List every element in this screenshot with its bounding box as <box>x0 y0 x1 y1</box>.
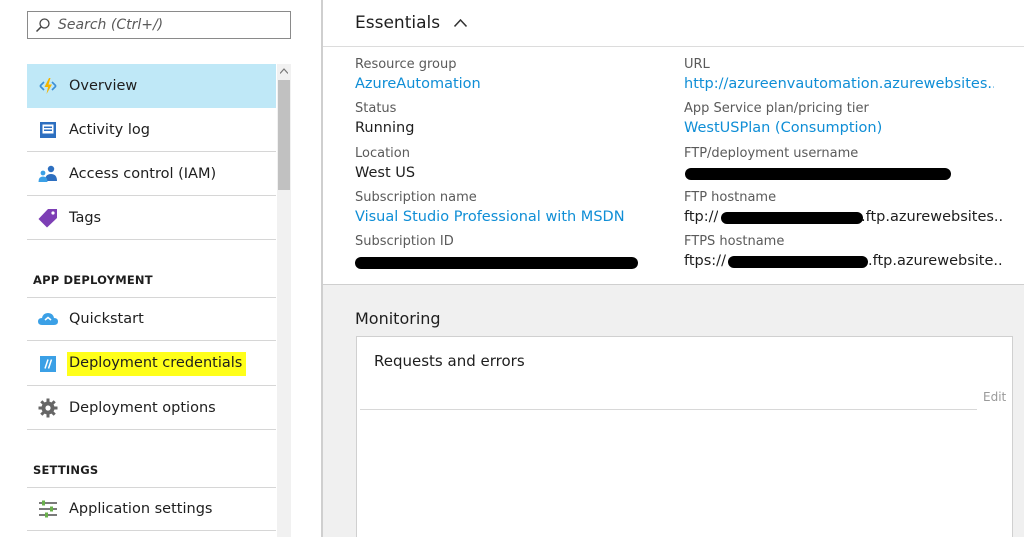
essentials-panel: Essentials Resource group AzureAutomatio… <box>323 0 1024 285</box>
resource-group-link[interactable]: AzureAutomation <box>355 76 481 92</box>
location-value: West US <box>355 165 416 181</box>
sidebar-item-label: Application settings <box>69 501 213 517</box>
users-icon <box>27 152 69 196</box>
sidebar-item-label: Tags <box>69 209 102 226</box>
resource-group-label: Resource group <box>355 57 457 72</box>
url-link[interactable]: http://azureenvautomation.azurewebsites.… <box>684 76 994 92</box>
status-label: Status <box>355 101 397 116</box>
card-title: Requests and errors <box>374 352 525 370</box>
sidebar-item-activity-log[interactable]: Activity log <box>27 108 276 152</box>
ftps-hostname-prefix: ftps:// <box>684 253 726 269</box>
sidebar-item-application-settings[interactable]: Application settings <box>27 487 276 531</box>
search-box[interactable]: Search (Ctrl+/) <box>27 11 291 39</box>
ftp-hostname-label: FTP hostname <box>684 190 777 205</box>
section-header-settings: SETTINGS <box>33 463 99 477</box>
app-service-plan-label: App Service plan/pricing tier <box>684 101 869 116</box>
ftp-username-redacted <box>685 168 951 180</box>
monitoring-title: Monitoring <box>355 309 441 328</box>
sidebar: Search (Ctrl+/) Overview Activity log Ac… <box>0 0 323 537</box>
sidebar-item-quickstart[interactable]: Quickstart <box>27 297 276 341</box>
sidebar-item-tags[interactable]: Tags <box>27 196 276 240</box>
essentials-header[interactable]: Essentials <box>355 13 468 33</box>
sidebar-item-label: Deployment credentials <box>67 351 247 376</box>
edit-link[interactable]: Edit <box>983 390 1006 404</box>
ftp-hostname-redacted <box>721 212 863 224</box>
tag-icon <box>27 196 69 240</box>
sidebar-item-deployment-options[interactable]: Deployment options <box>27 386 276 430</box>
lightning-icon <box>27 64 69 108</box>
ftp-hostname-prefix: ftp:// <box>684 209 719 225</box>
subscription-name-link[interactable]: Visual Studio Professional with MSDN <box>355 209 625 225</box>
subscription-id-label: Subscription ID <box>355 234 454 249</box>
credentials-icon <box>27 342 69 386</box>
sliders-icon <box>27 487 69 531</box>
sidebar-item-label: Activity log <box>69 121 150 138</box>
chevron-up-icon[interactable] <box>452 15 468 31</box>
sidebar-item-label: Overview <box>69 77 138 94</box>
main-content: Essentials Resource group AzureAutomatio… <box>323 0 1024 537</box>
search-icon <box>28 12 58 38</box>
activity-log-icon <box>27 108 69 152</box>
ftps-hostname-label: FTPS hostname <box>684 234 785 249</box>
app-service-plan-link[interactable]: WestUSPlan (Consumption) <box>684 120 882 136</box>
status-value: Running <box>355 120 415 136</box>
ftps-hostname-suffix: .ftp.azurewebsite... <box>868 253 1003 269</box>
scroll-up-icon[interactable] <box>277 64 291 78</box>
search-placeholder[interactable]: Search (Ctrl+/) <box>58 17 163 33</box>
divider <box>323 46 1024 47</box>
sidebar-item-label: Deployment options <box>69 399 216 416</box>
ftps-hostname-redacted <box>728 256 868 268</box>
essentials-title: Essentials <box>355 13 441 33</box>
gear-icon <box>27 386 69 430</box>
location-label: Location <box>355 146 410 161</box>
azure-portal: Search (Ctrl+/) Overview Activity log Ac… <box>0 0 1024 537</box>
sidebar-item-label: Quickstart <box>69 311 144 327</box>
sidebar-item-label: Access control (IAM) <box>69 165 217 182</box>
section-header-app-deployment: APP DEPLOYMENT <box>33 273 153 287</box>
subscription-name-label: Subscription name <box>355 190 477 205</box>
sidebar-item-access-control[interactable]: Access control (IAM) <box>27 152 276 196</box>
ftp-username-label: FTP/deployment username <box>684 146 859 161</box>
cloud-icon <box>27 297 69 341</box>
ftp-hostname-suffix: .ftp.azurewebsites... <box>861 209 1003 225</box>
sidebar-item-overview[interactable]: Overview <box>27 64 276 108</box>
requests-errors-card[interactable]: Requests and errors Edit <box>356 336 1013 537</box>
url-label: URL <box>684 57 710 72</box>
scrollbar-thumb[interactable] <box>278 80 290 190</box>
subscription-id-redacted <box>355 257 638 269</box>
sidebar-item-deployment-credentials[interactable]: Deployment credentials <box>27 342 276 386</box>
card-divider <box>360 409 977 410</box>
